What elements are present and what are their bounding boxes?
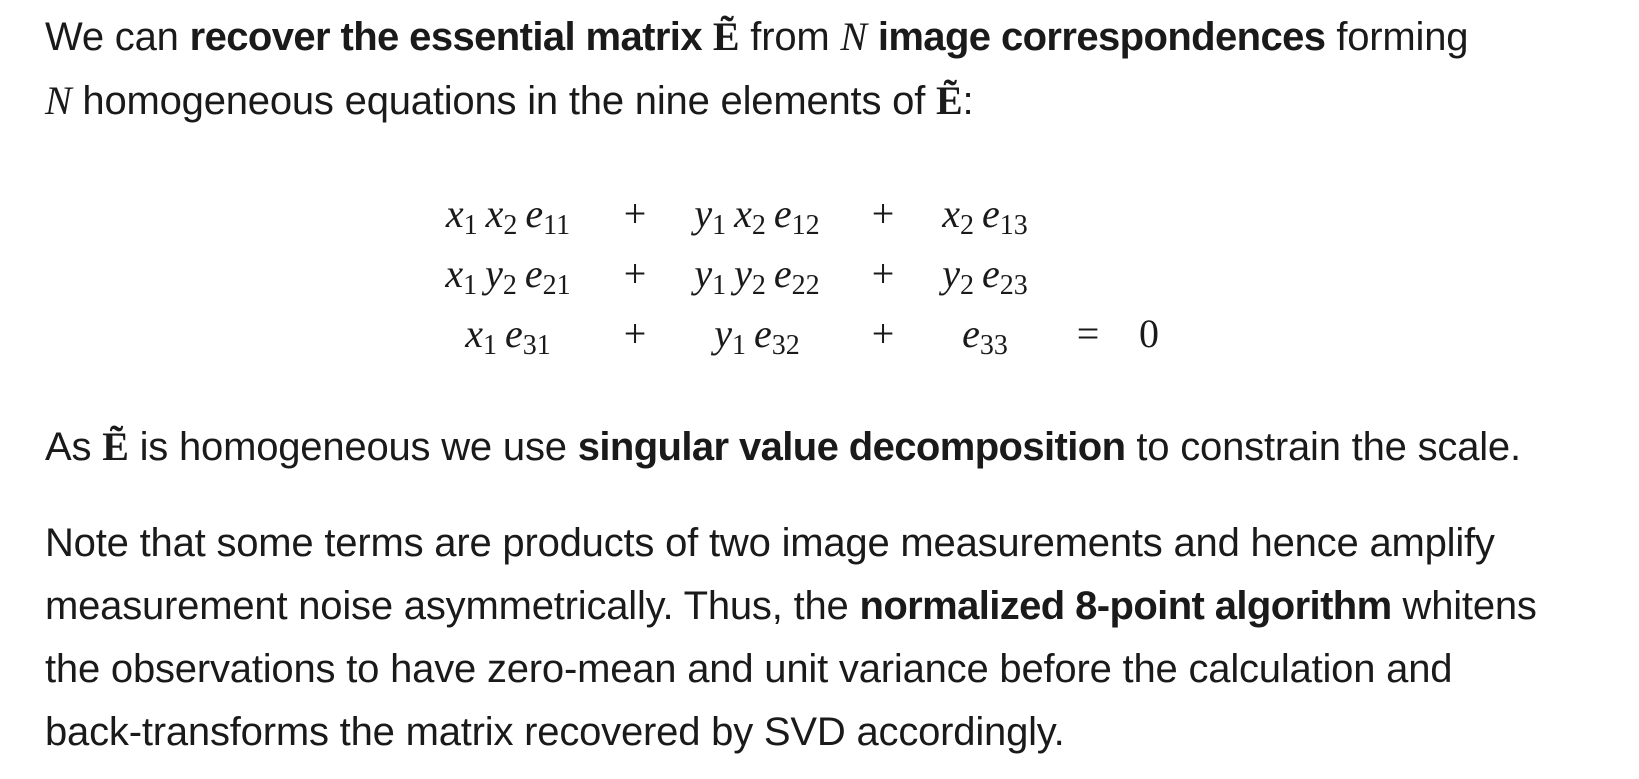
equation-term: y1 x2 e12: [694, 191, 820, 241]
equation-block: x1 x2 e11 + y1 x2 e12 + x2 e13 x1 y2 e21 + y1 y…: [45, 183, 1625, 363]
intro-line-1: We can recover the essential matrix Ẽ fr…: [45, 14, 1469, 59]
equation-plus-operator: +: [623, 191, 647, 236]
term-recover-essential-matrix: recover the essential matrix: [189, 15, 703, 59]
normalization-paragraph: Note that some terms are products of two…: [45, 512, 1537, 764]
symbol-n: N: [840, 14, 867, 59]
equation-term: x1 e31: [465, 311, 551, 361]
intro-line-2: N homogeneous equations in the nine elem…: [45, 78, 974, 123]
matrix-e-tilde-symbol: Ẽ: [712, 14, 740, 59]
svd-line: As Ẽ is homogeneous we use singular valu…: [45, 424, 1521, 469]
equation-plus-operator: +: [623, 311, 647, 356]
equation-equals-sign: =: [1076, 311, 1100, 356]
svd-paragraph: As Ẽ is homogeneous we use singular valu…: [45, 415, 1521, 479]
normalization-line-3: the observations to have zero-mean and u…: [45, 647, 1453, 691]
equation-term: e33: [962, 311, 1008, 361]
equation-plus-operator: +: [871, 311, 895, 356]
equation-term: y1 y2 e22: [694, 251, 820, 301]
matrix-e-tilde-symbol: Ẽ: [102, 424, 129, 469]
normalization-line-2: measurement noise asymmetrically. Thus, …: [45, 584, 1537, 628]
equation-term: y1 e32: [714, 311, 800, 361]
equation-plus-operator: +: [623, 251, 647, 296]
term-singular-value-decomposition: singular value decomposition: [577, 425, 1126, 469]
term-image-correspondences: image correspondences: [877, 15, 1326, 59]
equation-plus-operator: +: [871, 191, 895, 236]
symbol-n: N: [45, 78, 72, 123]
normalization-line-1: Note that some terms are products of two…: [45, 521, 1495, 565]
term-normalized-8-point-algorithm: normalized 8-point algorithm: [859, 584, 1392, 628]
equation-plus-operator: +: [871, 251, 895, 296]
normalization-line-4: back-transforms the matrix recovered by …: [45, 710, 1065, 754]
equation-term: x2 e13: [942, 191, 1028, 241]
equation-term: x1 y2 e21: [445, 251, 571, 301]
equation-rhs-value: 0: [1139, 311, 1159, 356]
equation-term: x1 x2 e11: [445, 191, 571, 241]
equation-term: y2 e23: [942, 251, 1028, 301]
intro-paragraph: We can recover the essential matrix Ẽ fr…: [45, 5, 1469, 133]
matrix-e-tilde-symbol: Ẽ: [936, 78, 963, 123]
